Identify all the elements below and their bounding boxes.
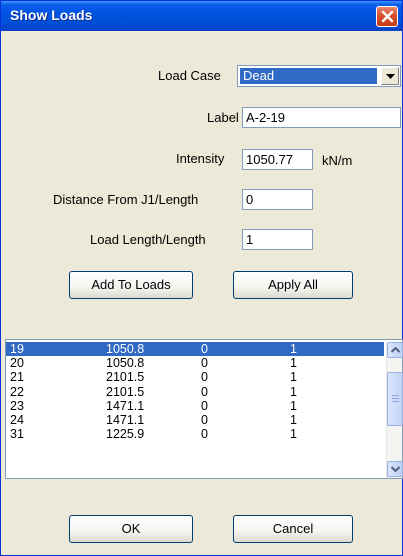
apply-all-button[interactable]: Apply All bbox=[233, 271, 353, 299]
load-distance-cell: 0 bbox=[201, 427, 208, 442]
load-distance-cell: 0 bbox=[201, 398, 208, 413]
load-intensity-cell: 1471.1 bbox=[106, 398, 145, 413]
intensity-label: Intensity bbox=[176, 151, 225, 166]
intensity-unit: kN/m bbox=[322, 153, 353, 168]
load-case-label: Load Case bbox=[158, 68, 221, 83]
load-intensity-cell: 2101.5 bbox=[106, 384, 145, 399]
scroll-up-button[interactable] bbox=[387, 342, 403, 358]
load-id-cell: 19 bbox=[10, 342, 24, 356]
chevron-up-icon bbox=[391, 347, 400, 353]
scroll-thumb[interactable] bbox=[387, 372, 403, 426]
loads-rows: 19 1050.8 0 1 20 1050.8 0 1 21 2101.5 0 1 22 2101.5 0 1… bbox=[6, 342, 384, 441]
load-id-cell: 21 bbox=[10, 370, 24, 385]
load-length-label: Load Length/Length bbox=[90, 232, 206, 247]
label-label: Label bbox=[207, 110, 239, 125]
load-intensity-cell: 1050.8 bbox=[106, 342, 145, 356]
dropdown-button[interactable] bbox=[381, 67, 399, 85]
distance-label: Distance From J1/Length bbox=[53, 192, 199, 207]
load-intensity-cell: 1050.8 bbox=[106, 356, 145, 371]
list-item[interactable]: 20 1050.8 0 1 bbox=[6, 356, 384, 370]
cancel-button[interactable]: Cancel bbox=[233, 515, 353, 543]
load-id-cell: 20 bbox=[10, 356, 24, 371]
load-length-cell: 1 bbox=[290, 342, 297, 356]
list-item[interactable]: 21 2101.5 0 1 bbox=[6, 370, 384, 384]
chevron-down-icon bbox=[386, 74, 395, 79]
vertical-scrollbar[interactable] bbox=[386, 342, 403, 478]
load-length-cell: 1 bbox=[290, 412, 297, 427]
load-intensity-cell: 2101.5 bbox=[106, 370, 145, 385]
intensity-input[interactable]: 1050.77 bbox=[242, 149, 313, 170]
window-title: Show Loads bbox=[10, 7, 93, 23]
load-case-value: Dead bbox=[240, 68, 377, 84]
load-distance-cell: 0 bbox=[201, 356, 208, 371]
load-intensity-cell: 1471.1 bbox=[106, 412, 145, 427]
load-length-cell: 1 bbox=[290, 427, 297, 442]
load-length-cell: 1 bbox=[290, 398, 297, 413]
load-distance-cell: 0 bbox=[201, 384, 208, 399]
show-loads-dialog: Show Loads Load Case Dead Label A-2-19 I… bbox=[0, 0, 403, 556]
load-intensity-cell: 1225.9 bbox=[106, 427, 145, 442]
load-id-cell: 24 bbox=[10, 412, 24, 427]
label-input[interactable]: A-2-19 bbox=[242, 107, 401, 128]
load-id-cell: 22 bbox=[10, 384, 24, 399]
load-case-dropdown[interactable]: Dead bbox=[237, 65, 401, 87]
add-to-loads-button[interactable]: Add To Loads bbox=[69, 271, 193, 299]
close-button[interactable] bbox=[376, 6, 398, 27]
load-id-cell: 23 bbox=[10, 398, 24, 413]
title-bar[interactable]: Show Loads bbox=[1, 1, 402, 31]
load-id-cell: 31 bbox=[10, 427, 24, 442]
load-length-cell: 1 bbox=[290, 384, 297, 399]
close-icon bbox=[381, 10, 394, 23]
loads-list[interactable]: 19 1050.8 0 1 20 1050.8 0 1 21 2101.5 0 1 22 2101.5 0 1… bbox=[5, 339, 403, 479]
list-item[interactable]: 31 1225.9 0 1 bbox=[6, 427, 384, 441]
list-item[interactable]: 24 1471.1 0 1 bbox=[6, 413, 384, 427]
load-length-cell: 1 bbox=[290, 370, 297, 385]
load-length-cell: 1 bbox=[290, 356, 297, 371]
load-distance-cell: 0 bbox=[201, 342, 208, 356]
chevron-down-icon bbox=[391, 466, 400, 472]
ok-button[interactable]: OK bbox=[69, 515, 193, 543]
list-item[interactable]: 19 1050.8 0 1 bbox=[6, 342, 384, 357]
load-distance-cell: 0 bbox=[201, 370, 208, 385]
load-length-input[interactable]: 1 bbox=[242, 229, 313, 250]
list-item[interactable]: 22 2101.5 0 1 bbox=[6, 385, 384, 399]
distance-input[interactable]: 0 bbox=[242, 189, 313, 210]
list-item[interactable]: 23 1471.1 0 1 bbox=[6, 399, 384, 413]
scroll-down-button[interactable] bbox=[387, 461, 403, 477]
load-distance-cell: 0 bbox=[201, 412, 208, 427]
